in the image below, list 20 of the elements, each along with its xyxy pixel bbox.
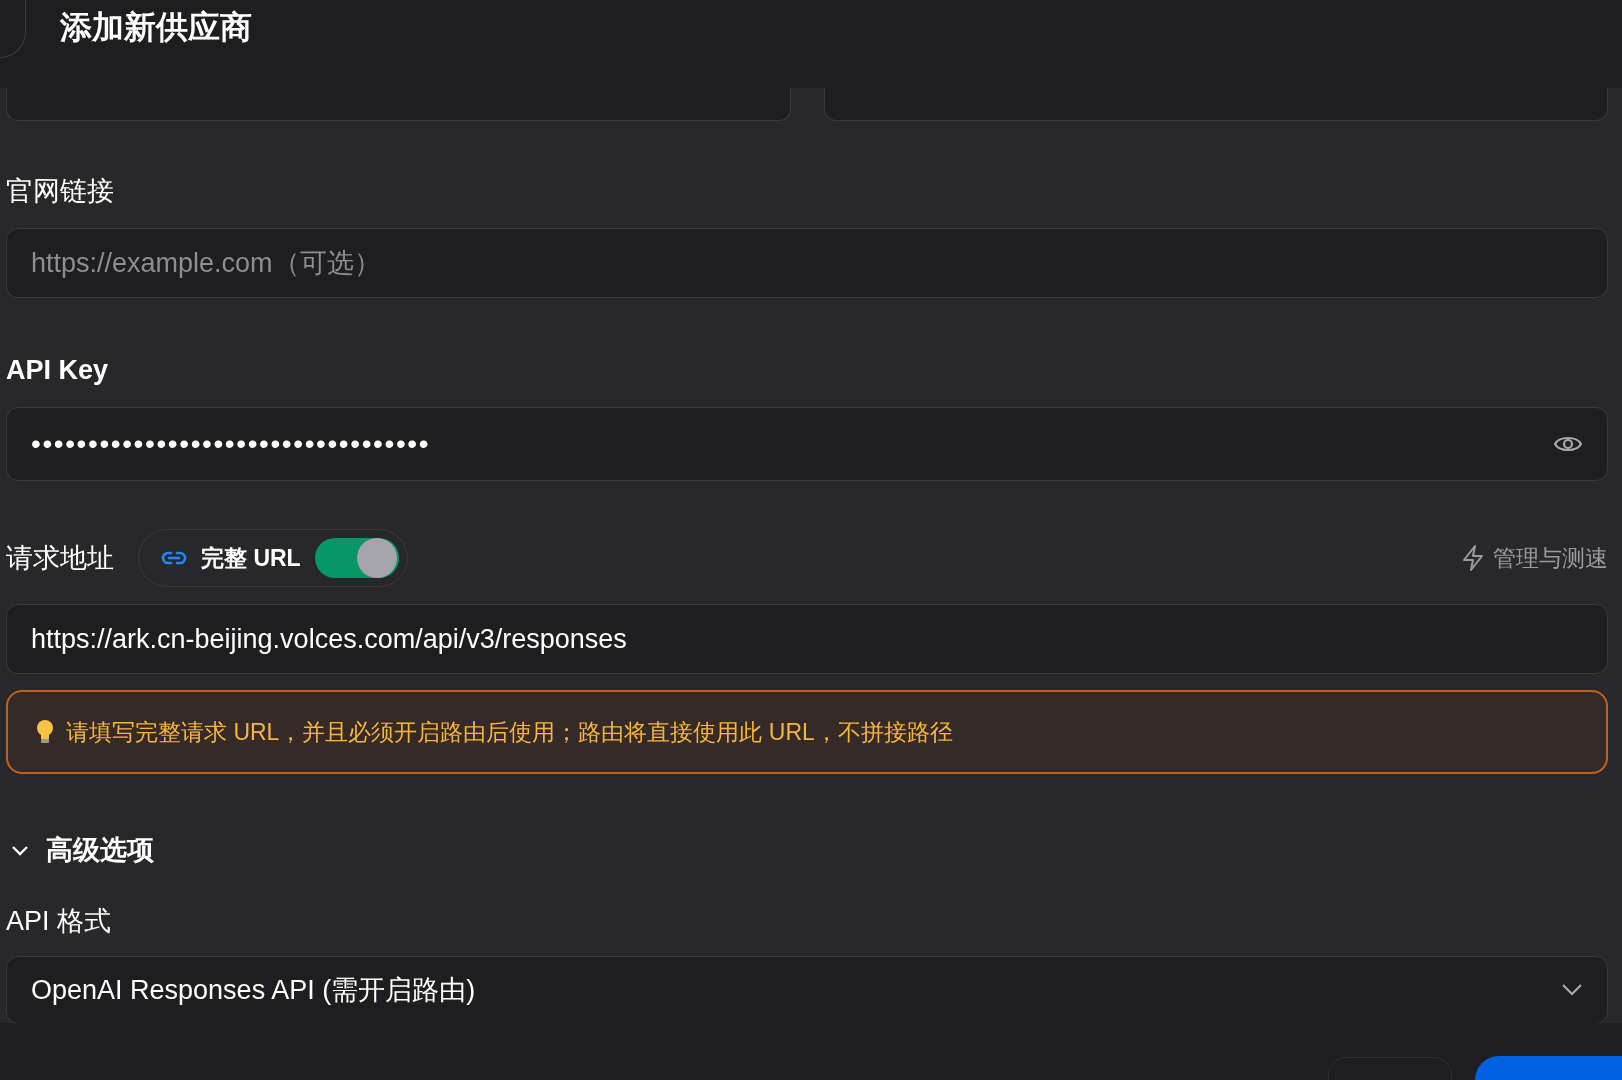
- api-key-field[interactable]: •••••••••••••••••••••••••••••••••••: [6, 407, 1608, 481]
- back-button[interactable]: [0, 0, 26, 58]
- website-field[interactable]: https://example.com（可选）: [6, 228, 1608, 298]
- field-label: 官网链接: [6, 175, 114, 208]
- masked-key: •••••••••••••••••••••••••••••••••••: [31, 423, 431, 465]
- link-icon: [161, 551, 187, 565]
- url-field[interactable]: https://ark.cn-beijing.volces.com/api/v3/responses: [6, 604, 1608, 674]
- field-label: API 格式: [6, 904, 112, 938]
- lightning-icon: [1461, 544, 1485, 572]
- advanced-options-toggle[interactable]: 高级选项: [6, 830, 154, 871]
- api-format-select[interactable]: OpenAI Responses API (需开启路由): [6, 956, 1608, 1024]
- field-label: 请求地址: [6, 541, 114, 575]
- lightbulb-icon: [36, 719, 54, 745]
- toggle-label: 完整 URL: [201, 543, 301, 573]
- field-label: API Key: [6, 354, 109, 387]
- manage-link[interactable]: 管理与测速: [1493, 540, 1608, 576]
- warning-text: 请填写完整请求 URL，并且必须开启路由后使用；路由将直接使用此 URL，不拼接路径: [66, 717, 953, 747]
- chevron-down-icon: [1561, 983, 1583, 997]
- dialog-title: 添加新供应商: [60, 8, 252, 47]
- full-url-toggle[interactable]: [314, 538, 399, 578]
